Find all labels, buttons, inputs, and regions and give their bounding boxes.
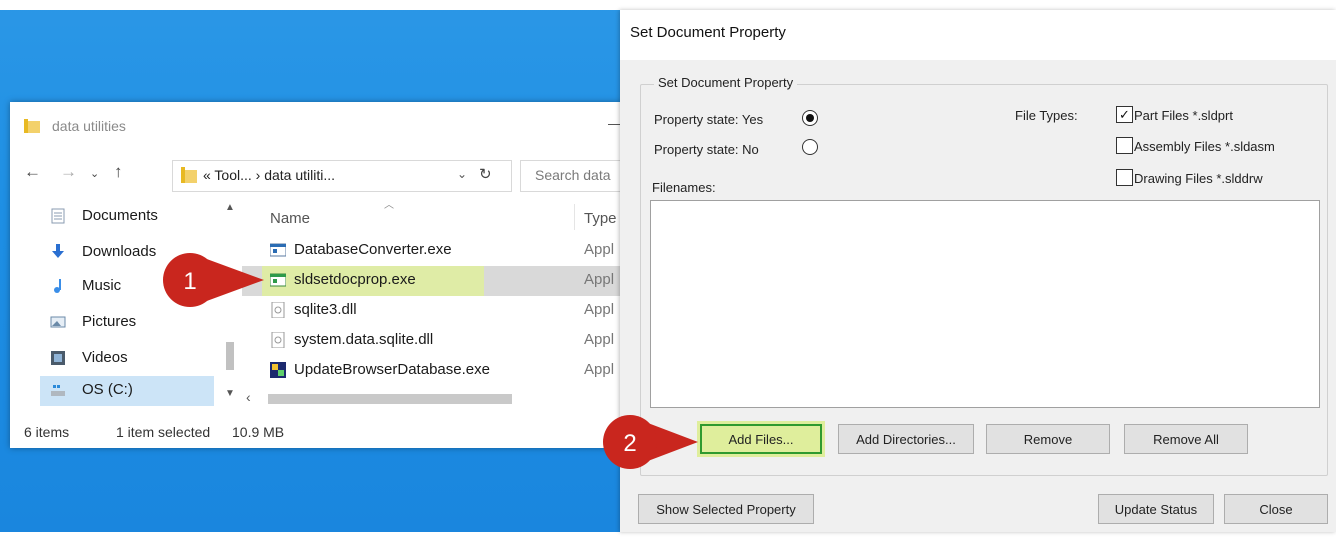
filenames-listbox[interactable] [650,200,1320,408]
groupbox-label: Set Document Property [654,75,798,90]
file-name: sldsetdocprop.exe [294,271,416,288]
file-row-selected[interactable]: sldsetdocprop.exe Appl [242,266,622,296]
file-row[interactable]: system.data.sqlite.dll Appl [242,326,622,356]
column-header-name[interactable]: Name [270,210,310,227]
property-yes-radio[interactable] [802,110,818,126]
file-name: DatabaseConverter.exe [294,241,452,258]
nav-item-label: Music [82,277,122,294]
address-dropdown-icon[interactable]: ⌄ [457,167,467,181]
explorer-navbar: ← → ⌄ ↑ « Tool... › data utiliti... ⌄ ↻ … [10,156,623,192]
app-icon [270,362,286,378]
set-document-property-dialog: Set Document Property Set Document Prope… [620,10,1336,532]
search-placeholder: Search data [535,167,611,183]
remove-button[interactable]: Remove [986,424,1110,454]
status-bar: 6 items 1 item selected 10.9 MB [10,418,622,448]
file-name: sqlite3.dll [294,301,357,318]
property-yes-label: Property state: Yes [654,112,764,127]
drive-icon [51,385,65,396]
column-header-type[interactable]: Type [584,210,617,227]
file-type: Appl [584,271,615,288]
drawing-files-checkbox[interactable] [1116,169,1133,186]
dll-icon [271,302,285,318]
scroll-thumb[interactable] [226,342,234,370]
file-row[interactable]: DatabaseConverter.exe Appl [242,236,622,266]
assembly-files-label: Assembly Files *.sldasm [1134,139,1275,154]
bottom-margin [0,532,1336,538]
nav-item-pictures[interactable]: Pictures [50,308,218,338]
explorer-title: data utilities [52,118,126,134]
folder-icon [181,167,197,183]
videos-icon [51,351,65,365]
exe-icon [270,273,286,287]
scroll-up-icon[interactable]: ▲ [225,202,235,213]
dialog-titlebar: Set Document Property [620,10,1336,60]
file-types-label: File Types: [1015,108,1078,123]
dll-icon [271,332,285,348]
file-explorer-window: data utilities ← → ⌄ ↑ « Tool... › data … [10,102,623,448]
selected-count: 1 item selected [116,424,211,440]
breadcrumb[interactable]: « Tool... › data utiliti... [203,167,335,183]
dialog-footer: Show Selected Property Update Status Clo… [620,482,1336,532]
nav-item-label: Documents [82,207,158,224]
property-no-radio[interactable] [802,139,818,155]
add-files-button[interactable]: Add Files... [697,421,825,457]
part-files-checkbox[interactable]: ✓ [1116,106,1133,123]
add-directories-button[interactable]: Add Directories... [838,424,974,454]
nav-item-label: Videos [82,349,128,366]
documents-icon [51,208,65,224]
assembly-files-checkbox[interactable] [1116,137,1133,154]
file-list: ︿ Name Type DatabaseConverter.exe Appl s… [242,198,622,410]
downloads-icon [52,244,64,258]
folder-icon [24,119,40,133]
close-button[interactable]: Close [1224,494,1328,524]
nav-item-label: OS (C:) [82,381,133,398]
nav-item-label: Pictures [82,313,137,330]
scroll-thumb[interactable] [268,394,512,404]
callout-number: 2 [623,430,636,457]
scroll-left-icon[interactable]: ‹ [246,389,251,405]
search-input[interactable]: Search data [520,160,623,192]
selected-size: 10.9 MB [232,424,285,440]
show-selected-property-button[interactable]: Show Selected Property [638,494,814,524]
music-icon [54,279,61,293]
address-bar[interactable]: « Tool... › data utiliti... ⌄ ↻ [172,160,512,192]
pictures-icon [50,316,66,328]
callout-marker-1: 1 [163,253,264,307]
update-status-button[interactable]: Update Status [1098,494,1214,524]
dialog-title: Set Document Property [630,24,786,41]
file-type: Appl [584,361,615,378]
minimize-button[interactable] [608,124,620,125]
nav-item-documents[interactable]: Documents [50,202,218,232]
part-files-label: Part Files *.sldprt [1134,108,1233,123]
top-margin [0,0,1336,10]
callout-number: 1 [183,268,196,295]
property-no-label: Property state: No [654,142,759,157]
item-count: 6 items [24,424,70,440]
up-arrow-icon[interactable]: ↑ [114,162,123,182]
callout-marker-2: 2 [603,415,698,469]
file-name: UpdateBrowserDatabase.exe [294,361,490,378]
column-divider[interactable] [574,204,575,230]
file-list-hscrollbar[interactable]: ‹ [242,389,622,408]
back-arrow-icon[interactable]: ← [24,162,41,182]
file-type: Appl [584,331,615,348]
scroll-down-icon[interactable]: ▼ [225,388,235,399]
nav-item-os-drive[interactable]: OS (C:) [40,376,214,406]
remove-all-button[interactable]: Remove All [1124,424,1248,454]
refresh-icon[interactable]: ↻ [479,165,492,183]
file-row[interactable]: UpdateBrowserDatabase.exe Appl [242,356,622,386]
nav-item-label: Downloads [82,243,157,260]
filenames-label: Filenames: [652,180,716,195]
explorer-titlebar: data utilities [10,102,622,150]
forward-arrow-icon[interactable]: → [60,162,77,182]
file-name: system.data.sqlite.dll [294,331,434,348]
exe-icon [270,243,286,257]
file-type: Appl [584,241,615,258]
file-type: Appl [584,301,615,318]
file-row[interactable]: sqlite3.dll Appl [242,296,622,326]
sort-ascending-icon: ︿ [384,200,394,211]
drawing-files-label: Drawing Files *.slddrw [1134,171,1263,186]
nav-item-videos[interactable]: Videos [50,344,218,374]
recent-dropdown-icon[interactable]: ⌄ [90,167,99,180]
